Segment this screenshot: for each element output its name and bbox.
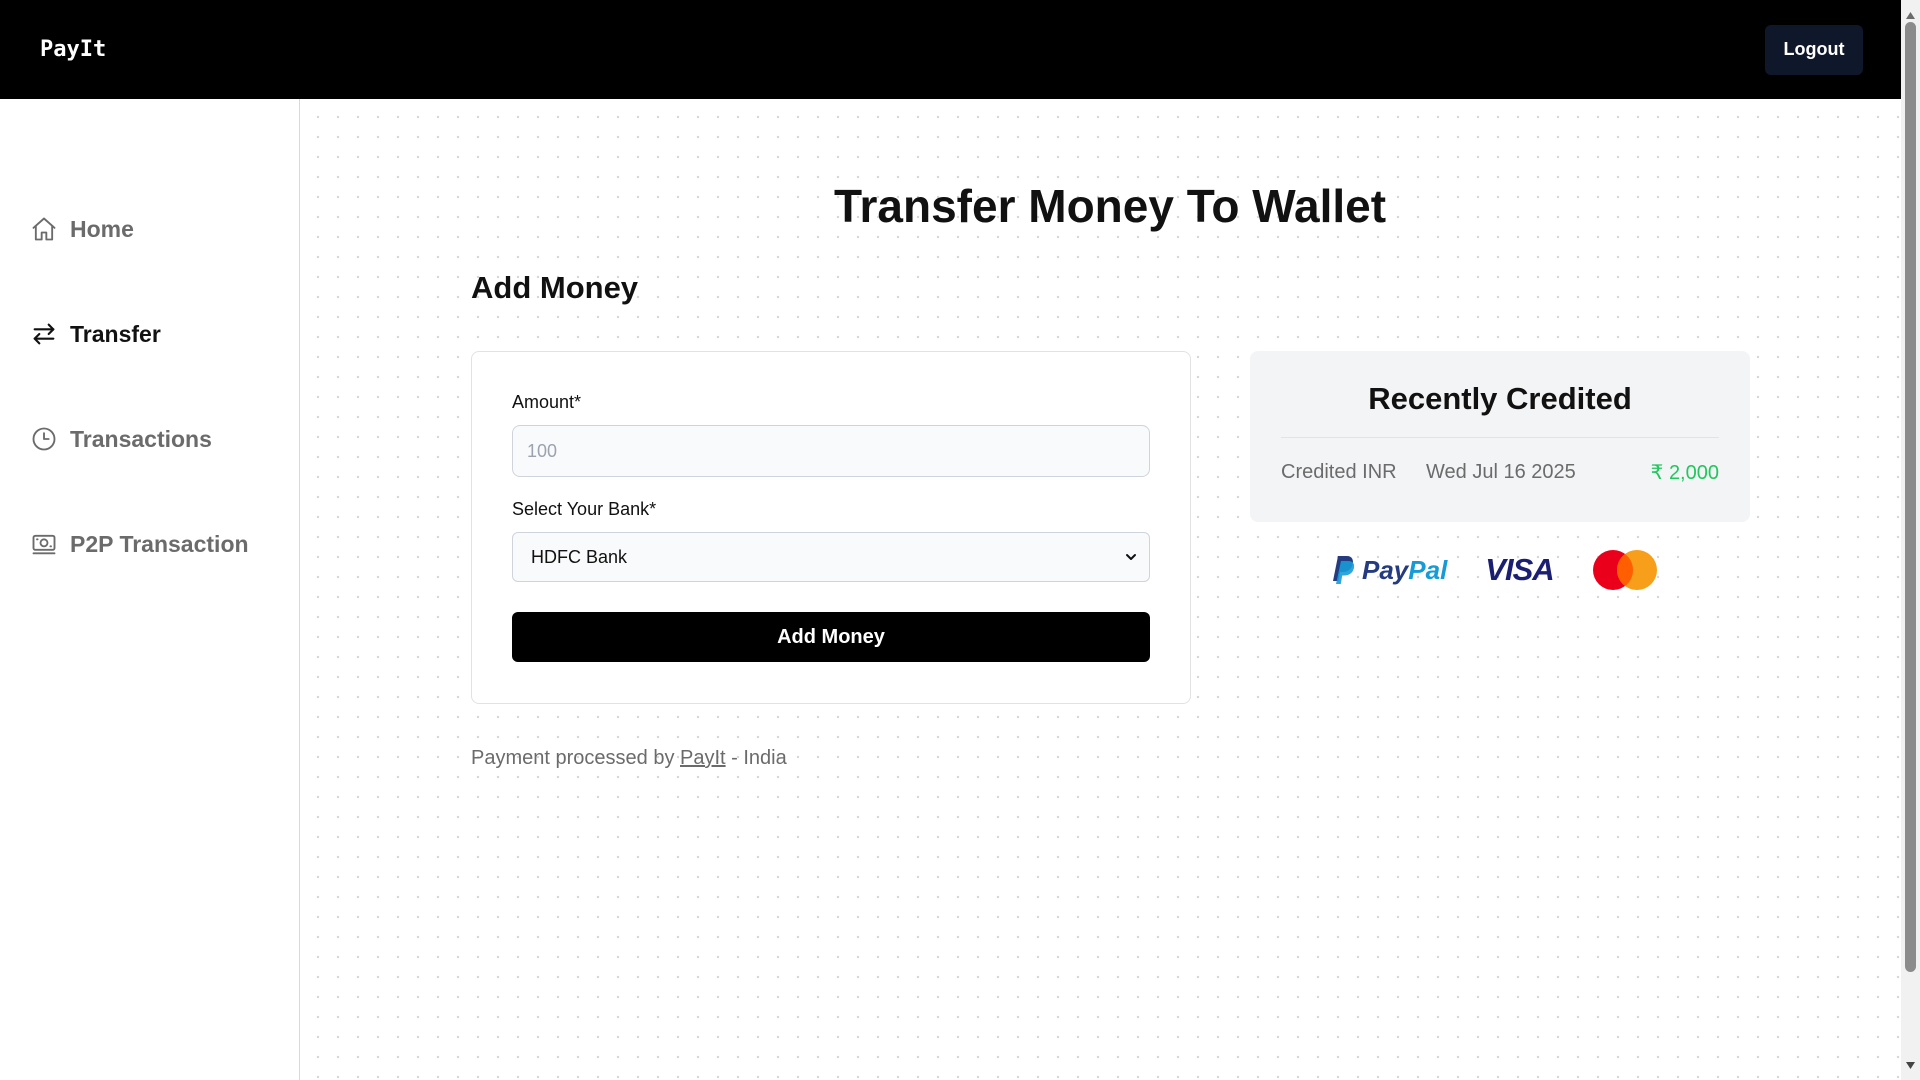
add-money-form: Amount* Select Your Bank* HDFC Bank Add …: [471, 351, 1191, 704]
credit-label: Credited INR: [1281, 461, 1397, 483]
transfer-arrows-icon: [30, 320, 58, 348]
bank-label: Select Your Bank*: [512, 499, 657, 519]
footer-prefix: Payment processed by: [471, 747, 675, 769]
sidebar-item-label: P2P Transaction: [70, 530, 249, 557]
amount-input[interactable]: [512, 425, 1150, 477]
top-bar: PayIt Logout: [0, 0, 1901, 99]
sidebar: Home Transfer Transactions P2P Transacti…: [0, 99, 300, 1080]
scroll-down-arrow-icon[interactable]: [1906, 1056, 1915, 1074]
visa-logo: VISA: [1485, 552, 1554, 588]
chevron-down-icon: [1123, 549, 1139, 570]
credit-amount: ₹ 2,000: [1650, 462, 1719, 484]
mastercard-logo: [1592, 549, 1658, 591]
home-icon: [30, 215, 58, 243]
payment-logos: PayPal VISA: [1330, 549, 1696, 591]
bank-select-value: HDFC Bank: [531, 546, 628, 567]
footer-suffix: - India: [731, 747, 787, 769]
payment-processor-note: Payment processed by PayIt - India: [471, 747, 787, 770]
sidebar-item-label: Home: [70, 215, 134, 242]
scrollbar-thumb[interactable]: [1905, 22, 1916, 972]
list-item: Credited INR Wed Jul 16 2025 ₹ 2,000: [1281, 460, 1719, 485]
section-title: Add Money: [471, 270, 639, 305]
clock-icon: [30, 425, 58, 453]
brand-logo[interactable]: PayIt: [40, 37, 106, 62]
sidebar-item-transactions[interactable]: Transactions: [0, 419, 299, 459]
logout-button[interactable]: Logout: [1765, 24, 1863, 75]
main-content: Transfer Money To Wallet Add Money Amoun…: [300, 99, 1901, 1080]
recently-credited-title: Recently Credited: [1281, 381, 1719, 438]
add-money-button[interactable]: Add Money: [512, 612, 1150, 662]
paypal-wordmark-pay: Pay: [1362, 554, 1409, 585]
page-title: Transfer Money To Wallet: [833, 180, 1387, 232]
paypal-icon: [1333, 556, 1355, 584]
sidebar-item-label: Transactions: [70, 425, 212, 452]
sidebar-item-home[interactable]: Home: [0, 209, 299, 249]
sidebar-item-transfer[interactable]: Transfer: [0, 314, 299, 354]
visa-wordmark: VISA: [1485, 552, 1554, 587]
bank-select[interactable]: HDFC Bank: [512, 532, 1150, 582]
sidebar-item-label: Transfer: [70, 320, 161, 347]
credit-date: Wed Jul 16 2025: [1426, 461, 1576, 483]
amount-label: Amount*: [512, 392, 582, 412]
money-icon: [30, 530, 58, 558]
page-scrollbar[interactable]: [1901, 0, 1920, 1080]
recently-credited-card: Recently Credited Credited INR Wed Jul 1…: [1250, 351, 1750, 522]
payit-link[interactable]: PayIt: [680, 747, 726, 769]
paypal-logo: PayPal: [1330, 554, 1447, 586]
sidebar-item-p2p-transaction[interactable]: P2P Transaction: [0, 524, 299, 564]
paypal-wordmark-pal: Pal: [1408, 554, 1448, 585]
